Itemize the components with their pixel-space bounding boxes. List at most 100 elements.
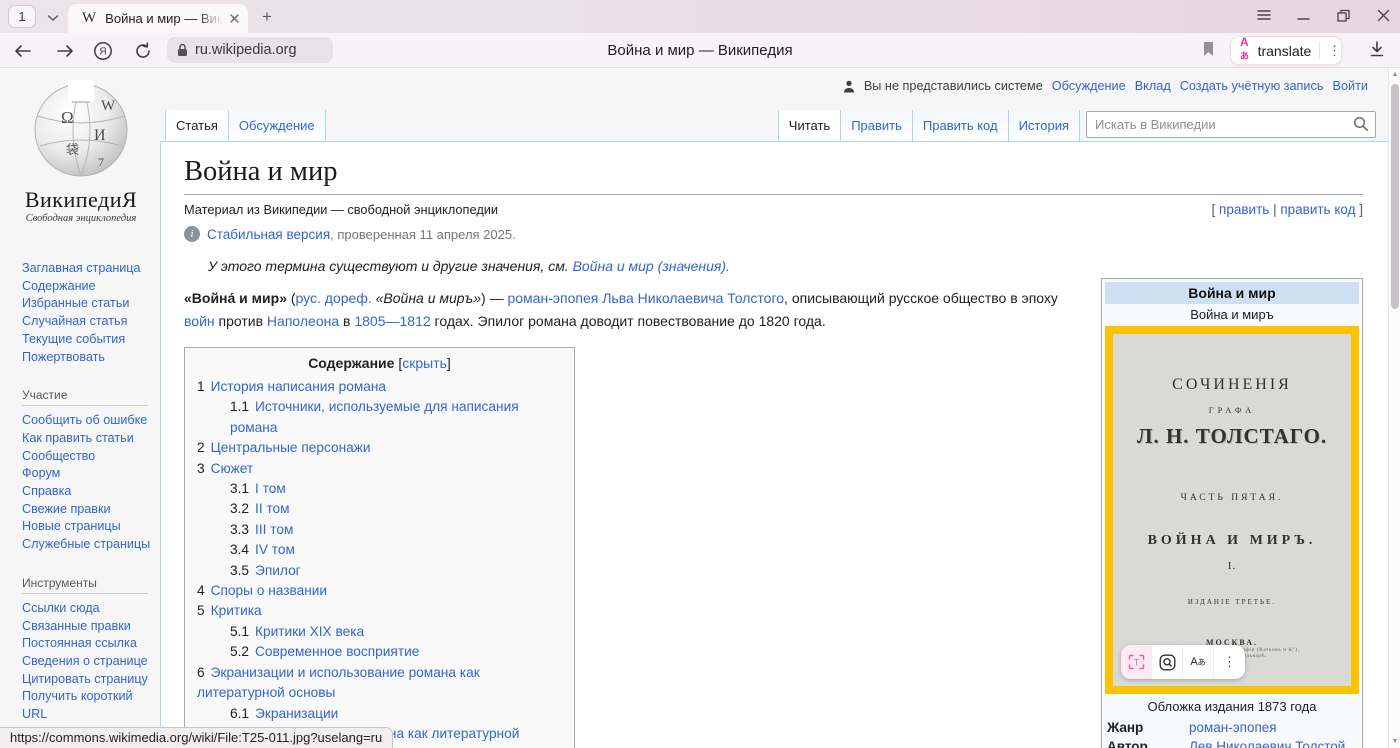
- stable-version-link[interactable]: Стабильная версия: [207, 227, 330, 242]
- sidebar-link[interactable]: Сообщество: [22, 448, 152, 466]
- infobox-value-link[interactable]: роман-эпопея: [1189, 720, 1277, 735]
- scroll-up-icon[interactable]: ▲: [1389, 68, 1400, 81]
- tab-counter-button[interactable]: 1: [8, 5, 36, 28]
- sidebar-link[interactable]: Сообщить об ошибке: [22, 412, 152, 430]
- search-input[interactable]: [1086, 111, 1376, 138]
- sidebar-link[interactable]: Избранные статьи: [22, 295, 152, 313]
- hatnote-link[interactable]: Война и мир (значения).: [573, 258, 730, 274]
- translate-button[interactable]: Aあ translate ⋮: [1230, 36, 1342, 65]
- downloads-button[interactable]: [1366, 40, 1388, 62]
- toc-link[interactable]: I том: [255, 481, 286, 496]
- toc-link[interactable]: Сюжет: [211, 461, 254, 476]
- hatnote: У этого термина существуют и другие знач…: [208, 258, 1363, 274]
- scrollbar-thumb[interactable]: [1391, 84, 1399, 309]
- personal-link[interactable]: Войти: [1332, 79, 1368, 93]
- article-title: Война и мир: [184, 156, 1363, 195]
- tab-list-chevron-button[interactable]: [44, 8, 62, 26]
- restore-icon[interactable]: [1337, 9, 1350, 25]
- infobox-label: Жанр: [1107, 720, 1189, 735]
- toc-link[interactable]: Источники, используемые для написания ро…: [230, 399, 519, 434]
- browser-tab[interactable]: W Война и мир — Википе: [68, 4, 248, 33]
- toc-title: Содержание: [308, 355, 394, 371]
- toc-link[interactable]: Эпилог: [255, 563, 301, 578]
- article-tab[interactable]: Править код: [913, 110, 1009, 141]
- article-tab[interactable]: Править: [841, 110, 913, 141]
- article-tab[interactable]: Обсуждение: [229, 110, 326, 141]
- book-cover-line: Л. Н. ТОЛСТАГО.: [1113, 424, 1351, 449]
- toc-link[interactable]: III том: [255, 522, 293, 537]
- lead-text-segment: в: [339, 313, 354, 329]
- yandex-button[interactable]: Я: [92, 40, 114, 62]
- bookmark-button[interactable]: [1198, 40, 1218, 60]
- toc-link[interactable]: Экранизации: [255, 706, 338, 721]
- toc-hide-link[interactable]: скрыть: [402, 355, 447, 371]
- sidebar-link[interactable]: Служебные страницы: [22, 536, 152, 554]
- sidebar-link[interactable]: Текущие события: [22, 331, 152, 349]
- browser-toolbar: Я ru.wikipedia.org Война и мир — Википед…: [0, 33, 1400, 68]
- book-cover-image[interactable]: СОЧИНЕНІЯГРАФАЛ. Н. ТОЛСТАГО.ЧАСТЬ ПЯТАЯ…: [1105, 326, 1359, 694]
- toc-number: 3.2: [230, 501, 249, 516]
- image-more-button[interactable]: ⋮: [1214, 645, 1245, 679]
- ocr-text-recognition-button[interactable]: T: [1121, 645, 1152, 679]
- sidebar-link[interactable]: Форум: [22, 465, 152, 483]
- infobox-value-link[interactable]: Лев Николаевич Толстой: [1189, 739, 1345, 748]
- sidebar-link[interactable]: Связанные правки: [22, 618, 152, 636]
- book-cover-line: ВОЙНА И МИРЪ.: [1113, 533, 1351, 549]
- sidebar-link[interactable]: Как править статьи: [22, 430, 152, 448]
- toc-number: 5.2: [230, 644, 249, 659]
- svg-text:袋: 袋: [66, 142, 79, 157]
- edit-source-link[interactable]: править код: [1280, 202, 1355, 217]
- new-tab-button[interactable]: +: [256, 6, 278, 28]
- toc-link[interactable]: Споры о названии: [211, 583, 327, 598]
- translate-image-button[interactable]: Aあ: [1183, 645, 1214, 679]
- personal-link[interactable]: Вклад: [1135, 79, 1171, 93]
- article-tab[interactable]: Статья: [165, 110, 229, 141]
- sidebar-link[interactable]: Заглавная страница: [22, 260, 152, 278]
- lead-text-segment: роман-эпопея Льва Николаевича Толстого: [507, 290, 784, 306]
- back-button[interactable]: [12, 40, 34, 62]
- close-window-icon[interactable]: [1377, 9, 1390, 25]
- tab-close-button[interactable]: [229, 12, 240, 26]
- sidebar-link[interactable]: Ссылки сюда: [22, 600, 152, 618]
- toc-item: 3.5Эпилог: [197, 561, 562, 581]
- sidebar-link[interactable]: Постоянная ссылка: [22, 635, 152, 653]
- address-bar[interactable]: ru.wikipedia.org: [167, 37, 333, 63]
- sidebar-link[interactable]: Цитировать страницу: [22, 671, 152, 689]
- wikipedia-logo[interactable]: W Ω И 袋 7 ВикипедиЯ Свободная энциклопед…: [10, 78, 152, 224]
- sidebar-link[interactable]: Пожертвовать: [22, 349, 152, 367]
- article-tab[interactable]: Читать: [778, 110, 841, 141]
- toc-link[interactable]: Критика: [211, 603, 262, 618]
- sidebar-link[interactable]: Новые страницы: [22, 518, 152, 536]
- toc-link[interactable]: Современное восприятие: [255, 644, 419, 659]
- toc-item: 3.2 II том: [197, 499, 562, 519]
- minimize-icon[interactable]: [1297, 9, 1310, 24]
- sidebar-link[interactable]: Сведения о странице: [22, 653, 152, 671]
- sidebar-link[interactable]: Свежие правки: [22, 501, 152, 519]
- reload-button[interactable]: [132, 40, 154, 62]
- page-scrollbar[interactable]: ▲ ▼: [1388, 68, 1400, 748]
- toc-link[interactable]: Критики XIX века: [255, 624, 364, 639]
- translate-more-dots-icon[interactable]: ⋮: [1328, 43, 1341, 59]
- toc-link[interactable]: Центральные персонажи: [211, 440, 371, 455]
- toc-link[interactable]: История написания романа: [211, 379, 386, 394]
- personal-link[interactable]: Обсуждение: [1052, 79, 1126, 93]
- sidebar-link[interactable]: Случайная статья: [22, 313, 152, 331]
- sidebar-link[interactable]: Справка: [22, 483, 152, 501]
- forward-button[interactable]: [54, 40, 76, 62]
- toc-link[interactable]: IV том: [255, 542, 295, 557]
- article-tab[interactable]: История: [1009, 110, 1080, 141]
- sidebar-link[interactable]: Содержание: [22, 278, 152, 296]
- lead-text-segment: войн: [184, 313, 215, 329]
- search-by-image-button[interactable]: [1152, 645, 1183, 679]
- personal-link[interactable]: Создать учётную запись: [1180, 79, 1324, 93]
- toc-link[interactable]: II том: [255, 501, 290, 516]
- sidebar-link[interactable]: Получить короткий URL: [22, 688, 152, 723]
- browser-menu-icon[interactable]: [1257, 9, 1270, 24]
- edit-link[interactable]: править: [1219, 202, 1269, 217]
- search-icon[interactable]: [1353, 116, 1369, 137]
- scroll-down-icon[interactable]: ▼: [1389, 735, 1400, 748]
- wikipedia-page: W Ω И 袋 7 ВикипедиЯ Свободная энциклопед…: [0, 68, 1400, 748]
- toc-item: 3Сюжет: [197, 459, 562, 479]
- toc-link[interactable]: Экранизации и использование романа как л…: [197, 665, 480, 700]
- image-actions-toolbar: T Aあ ⋮: [1121, 645, 1245, 679]
